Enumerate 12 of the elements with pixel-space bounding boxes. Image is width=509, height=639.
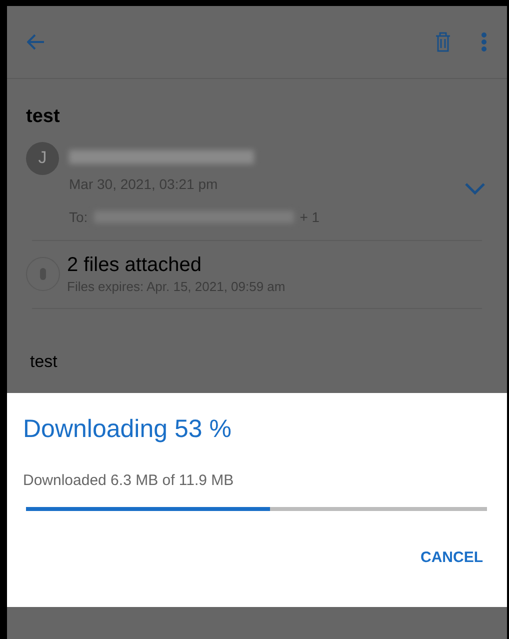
attachment-icon [26,257,60,292]
attachments-title[interactable]: 2 files attached [67,252,286,276]
chevron-icon[interactable] [464,182,486,196]
dialog-title: Downloading 53 % [23,414,232,444]
cancel-button[interactable]: CANCEL [412,542,491,573]
download-detail: Downloaded 6.3 MB of 11.9 MB [23,471,235,491]
message-body: test [29,351,58,373]
delete-icon[interactable] [435,32,451,52]
more-icon[interactable] [481,32,487,52]
subject: test [26,105,61,129]
avatar: J [26,142,59,174]
back-icon[interactable] [27,34,45,50]
